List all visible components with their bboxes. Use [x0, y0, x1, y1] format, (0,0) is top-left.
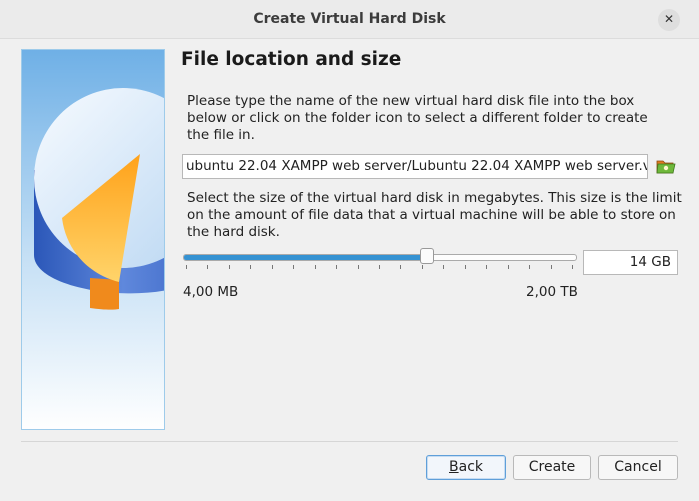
close-button[interactable]: ✕ [658, 9, 680, 31]
folder-icon [656, 160, 676, 174]
location-description: Please type the name of the new virtual … [187, 93, 682, 144]
location-description-line: below or click on the folder icon to sel… [187, 110, 648, 126]
back-button[interactable]: Back [426, 455, 506, 480]
back-button-label: ack [458, 459, 483, 475]
slider-tick [486, 265, 488, 269]
page-heading: File location and size [181, 49, 402, 70]
slider-tick [207, 265, 209, 269]
choose-folder-button[interactable] [655, 155, 677, 177]
title-bar: Create Virtual Hard Disk ✕ [0, 0, 699, 39]
create-button[interactable]: Create [513, 455, 591, 480]
slider-tick [271, 265, 273, 269]
location-description-line: Please type the name of the new virtual … [187, 93, 635, 109]
slider-tick [186, 265, 187, 269]
size-description: Select the size of the virtual hard disk… [187, 190, 682, 241]
slider-track [183, 254, 577, 261]
slider-handle[interactable] [420, 248, 435, 264]
slider-tick [293, 265, 295, 269]
slider-tick [314, 265, 316, 269]
size-description-line: Select the size of the virtual hard disk… [187, 190, 682, 206]
size-range-max: 2,00 TB [526, 284, 578, 300]
size-input[interactable]: 14 GB [583, 250, 678, 275]
slider-tick [357, 265, 359, 269]
slider-tick [550, 265, 552, 269]
slider-tick [400, 265, 402, 269]
slider-tick [529, 265, 531, 269]
slider-tick [228, 265, 230, 269]
slider-tick [250, 265, 252, 269]
slider-tick [421, 265, 423, 269]
slider-tick [507, 265, 509, 269]
window-title: Create Virtual Hard Disk [253, 11, 446, 27]
wizard-illustration [21, 49, 165, 430]
size-slider[interactable] [183, 246, 577, 270]
slider-tick [464, 265, 466, 269]
location-description-line: the file in. [187, 127, 255, 143]
cancel-button[interactable]: Cancel [598, 455, 678, 480]
back-button-mnemonic: B [449, 459, 459, 475]
slider-tick [336, 265, 338, 269]
slider-tick [443, 265, 445, 269]
slider-fill [184, 255, 428, 260]
size-range-min: 4,00 MB [183, 284, 239, 300]
disk-pie-icon [22, 50, 164, 429]
file-location-input[interactable]: ubuntu 22.04 XAMPP web server/Lubuntu 22… [182, 154, 648, 179]
size-description-line: on the amount of file data that a virtua… [187, 207, 676, 223]
slider-tick [379, 265, 380, 269]
footer-separator [21, 441, 678, 442]
close-icon: ✕ [663, 12, 675, 26]
size-description-line: the hard disk. [187, 224, 280, 240]
slider-tick [572, 265, 573, 269]
